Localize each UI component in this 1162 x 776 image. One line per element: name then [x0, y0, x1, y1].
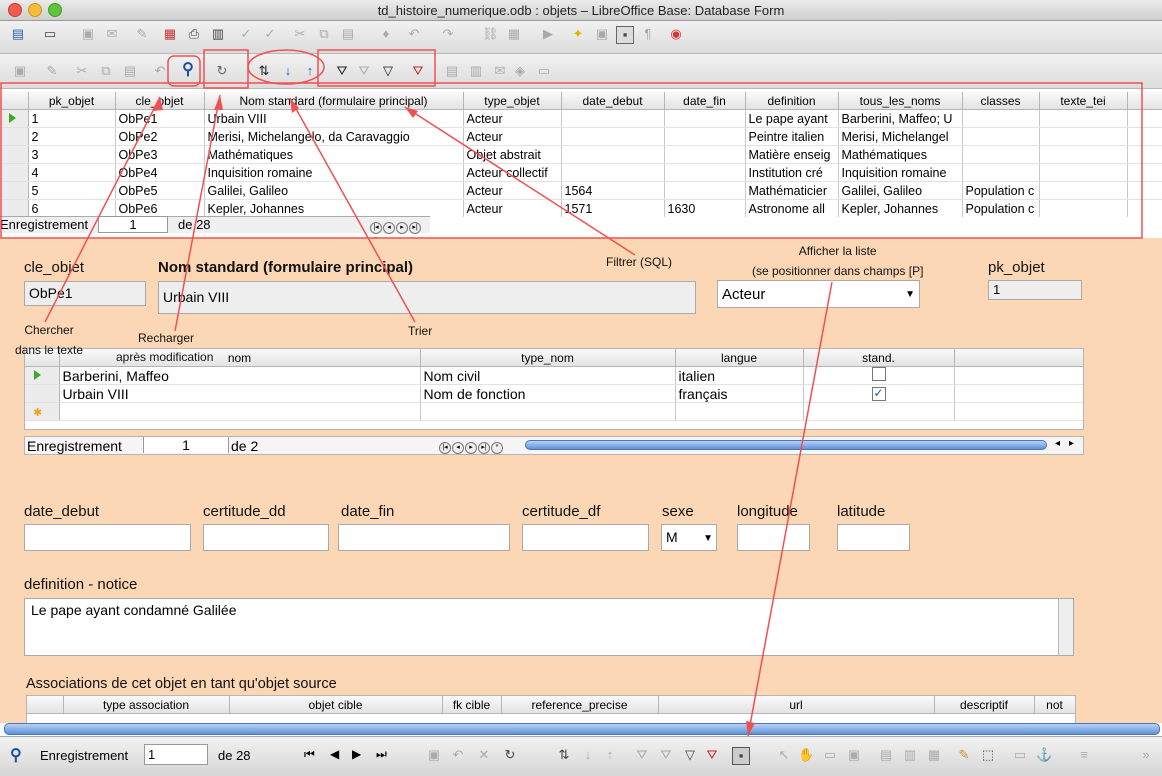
- annotation-search-line2: dans le texte: [15, 343, 84, 357]
- filter-arrow: [404, 106, 636, 256]
- search-arrow: [44, 96, 161, 323]
- list-arrow: [747, 281, 833, 737]
- annotation-list-line2: (se positionner dans champs [P]: [752, 264, 924, 278]
- annotation-overlay: [0, 49, 1143, 737]
- annotation-search-line1: Chercher: [24, 323, 74, 337]
- annotation-reload: Recharger après modification: [116, 329, 213, 367]
- annotation-reload-line1: Recharger: [138, 331, 195, 345]
- search-highlight-box: [167, 55, 201, 87]
- annotation-filter: Filtrer (SQL): [606, 255, 672, 269]
- annotation-list: Afficher la liste (se positionner dans c…: [752, 241, 923, 281]
- annotation-list-line1: Afficher la liste: [798, 244, 877, 258]
- annotation-search: Chercher dans le texte: [15, 320, 83, 360]
- sort-arrow: [289, 97, 416, 323]
- annotation-sort: Trier: [408, 324, 433, 338]
- sort-highlight-ellipse: [247, 49, 325, 85]
- filter-highlight-box: [317, 49, 436, 87]
- reload-arrow: [174, 94, 221, 332]
- annotation-reload-line2: après modification: [116, 350, 214, 364]
